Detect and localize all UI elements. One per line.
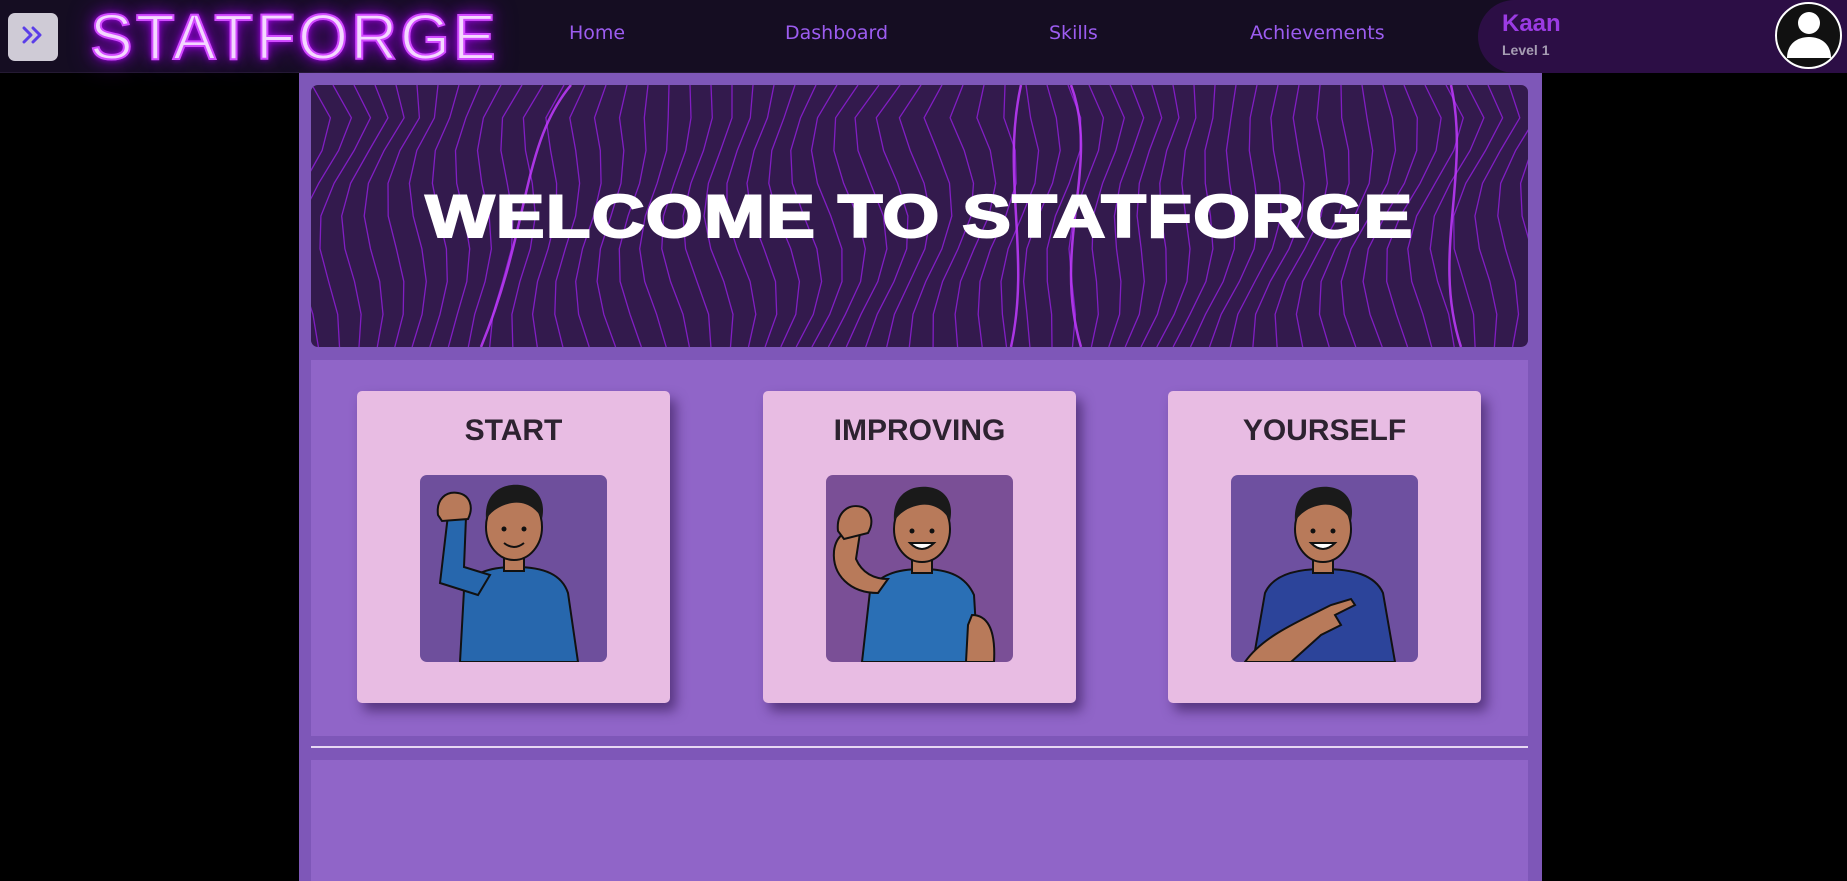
user-silhouette-icon (1785, 8, 1833, 64)
nav-link-dashboard[interactable]: Dashboard (785, 22, 888, 44)
top-navigation-bar: STATFORGE Home Dashboard Skills Achievem… (0, 0, 1847, 73)
card-improving[interactable]: IMPROVING (763, 391, 1076, 703)
hero-banner: WELCOME TO STATFORGE (311, 85, 1528, 347)
nav-link-skills[interactable]: Skills (1049, 22, 1098, 44)
nav-link-home[interactable]: Home (569, 22, 625, 44)
man-raising-fist-illustration (420, 475, 607, 662)
user-level: Level 1 (1502, 42, 1550, 58)
double-chevron-right-icon (22, 26, 44, 48)
section-divider (311, 746, 1528, 748)
user-name: Kaan (1502, 10, 1561, 37)
card-title: IMPROVING (833, 414, 1006, 447)
lower-content-panel (311, 760, 1528, 881)
main-content: WELCOME TO STATFORGE START IMPROVING YOU… (299, 73, 1542, 881)
card-start[interactable]: START (357, 391, 670, 703)
cards-panel: START IMPROVING YOURSELF (311, 360, 1528, 736)
expand-sidebar-button[interactable] (8, 13, 58, 61)
card-title: YOURSELF (1242, 414, 1407, 447)
card-yourself[interactable]: YOURSELF (1168, 391, 1481, 703)
hero-title: WELCOME TO STATFORGE (424, 182, 1414, 251)
avatar[interactable] (1775, 2, 1842, 69)
card-title: START (464, 414, 563, 447)
nav-link-achievements[interactable]: Achievements (1250, 22, 1385, 44)
man-pointing-at-self-illustration (1231, 475, 1418, 662)
man-flexing-bicep-illustration (826, 475, 1013, 662)
app-logo[interactable]: STATFORGE (89, 1, 499, 73)
